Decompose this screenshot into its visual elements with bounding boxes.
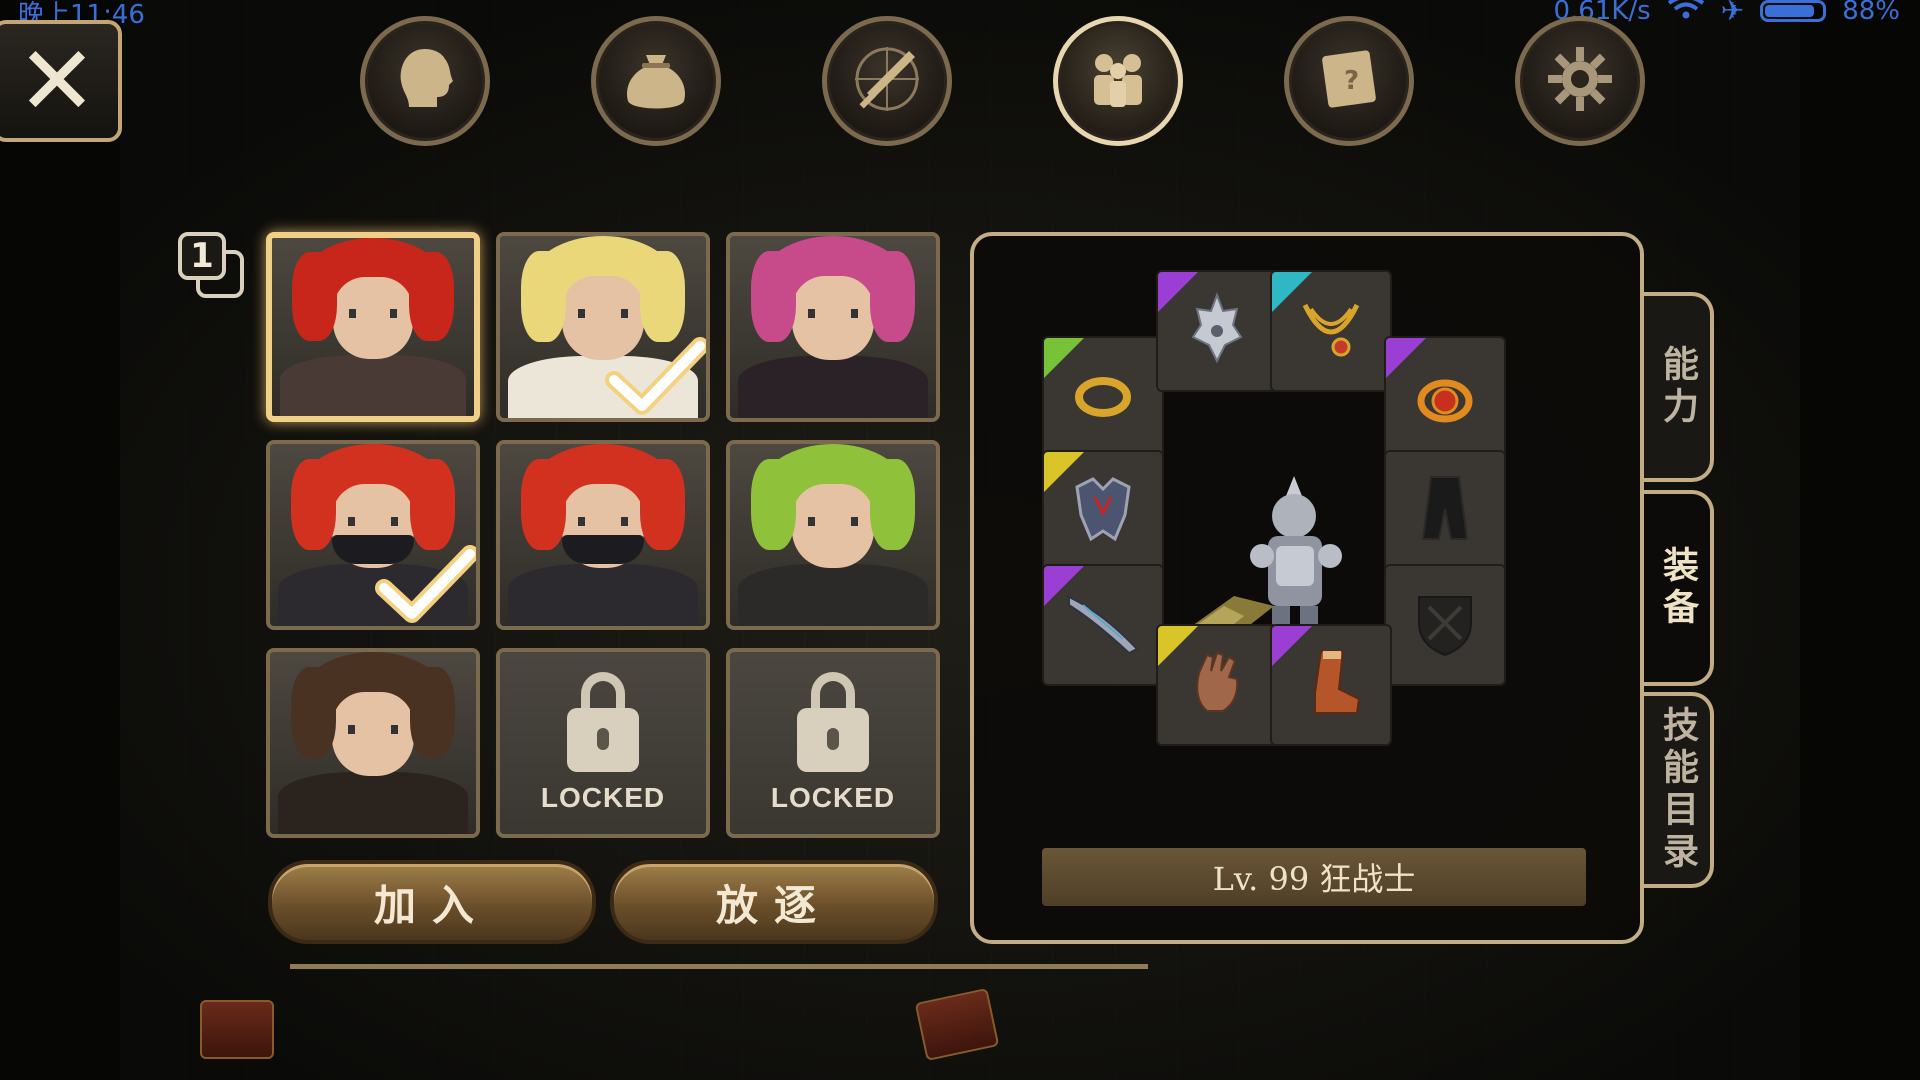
wifi-icon bbox=[1667, 0, 1705, 26]
equip-slot-cloak[interactable] bbox=[1384, 450, 1506, 572]
side-tab-label: 技能目录 bbox=[1657, 706, 1698, 874]
menu-quest-scroll-button[interactable]: ? bbox=[1284, 16, 1414, 146]
rarity-corner bbox=[1158, 272, 1198, 312]
lock-label: LOCKED bbox=[540, 782, 666, 813]
bag-icon bbox=[618, 41, 694, 121]
locked-character-slot[interactable]: LOCKED bbox=[726, 648, 940, 838]
character-portrait-red-masked-ninja-1[interactable] bbox=[266, 440, 480, 630]
sword-compass-icon bbox=[849, 41, 925, 121]
character-portrait-red-masked-ninja-2[interactable] bbox=[496, 440, 710, 630]
level-class-label: Lv. 99 狂战士 bbox=[1042, 848, 1586, 906]
in-party-check-icon bbox=[600, 332, 706, 418]
character-portrait-pink-sorceress[interactable] bbox=[726, 232, 940, 422]
in-party-check-icon bbox=[370, 540, 476, 626]
equip-slot-weapon[interactable] bbox=[1042, 564, 1164, 686]
gear-icon bbox=[1542, 41, 1618, 121]
equip-slot-ring-left[interactable] bbox=[1042, 336, 1164, 458]
airplane-icon: ✈ bbox=[1720, 0, 1745, 27]
top-menu: ? bbox=[360, 16, 1660, 151]
rarity-corner bbox=[1044, 338, 1084, 378]
portrait-art bbox=[270, 652, 476, 834]
battery-percent: 88% bbox=[1842, 0, 1900, 26]
portrait-art bbox=[272, 238, 474, 416]
rarity-corner bbox=[1272, 626, 1312, 666]
lock-icon: LOCKED bbox=[500, 652, 706, 834]
quest-scroll-icon: ? bbox=[1311, 41, 1387, 121]
side-tab-label: 装备 bbox=[1657, 546, 1698, 630]
equipment-panel: Lv. 99 狂战士 bbox=[970, 232, 1644, 944]
locked-character-slot[interactable]: LOCKED bbox=[496, 648, 710, 838]
character-portrait-blonde-girl[interactable] bbox=[496, 232, 710, 422]
menu-party-button[interactable] bbox=[1053, 16, 1183, 146]
rarity-corner bbox=[1272, 272, 1312, 312]
portrait-art bbox=[730, 236, 936, 418]
menu-sword-compass-button[interactable] bbox=[822, 16, 952, 146]
menu-bag-button[interactable] bbox=[591, 16, 721, 146]
menu-head-button[interactable] bbox=[360, 16, 490, 146]
battery-icon bbox=[1760, 0, 1827, 22]
page-badge-number: 1 bbox=[178, 232, 226, 280]
equip-slot-necklace[interactable] bbox=[1270, 270, 1392, 392]
svg-text:?: ? bbox=[1344, 66, 1359, 96]
character-portrait-green-hair-mage[interactable] bbox=[726, 440, 940, 630]
rarity-corner bbox=[1044, 452, 1084, 492]
party-icon bbox=[1080, 41, 1156, 121]
exile-button[interactable]: 放逐 bbox=[610, 860, 938, 944]
divider bbox=[290, 964, 1148, 969]
rarity-corner bbox=[1386, 338, 1426, 378]
letterbox-left bbox=[0, 0, 120, 1080]
head-icon bbox=[387, 41, 463, 121]
cloak-icon bbox=[1405, 469, 1485, 553]
side-tab-1[interactable]: 装备 bbox=[1644, 490, 1714, 686]
character-grid: LOCKED LOCKED bbox=[266, 232, 942, 844]
character-portrait-brown-hair-swordsman[interactable] bbox=[266, 648, 480, 838]
equip-slot-boots[interactable] bbox=[1270, 624, 1392, 746]
treasure-chest bbox=[200, 1000, 274, 1059]
battery-fill bbox=[1765, 4, 1815, 17]
equip-slot-gloves[interactable] bbox=[1156, 624, 1278, 746]
side-tab-0[interactable]: 能力 bbox=[1644, 292, 1714, 482]
letterbox-right bbox=[1800, 0, 1920, 1080]
close-button[interactable]: ✕ bbox=[0, 20, 122, 142]
close-icon: ✕ bbox=[16, 25, 98, 137]
rarity-corner bbox=[1044, 566, 1084, 606]
side-tab-label: 能力 bbox=[1657, 345, 1698, 429]
equip-slot-shield[interactable] bbox=[1384, 564, 1506, 686]
menu-gear-button[interactable] bbox=[1515, 16, 1645, 146]
equip-slot-armor[interactable] bbox=[1042, 450, 1164, 572]
rarity-corner bbox=[1158, 626, 1198, 666]
join-button[interactable]: 加入 bbox=[268, 860, 596, 944]
equip-slot-ring-right[interactable] bbox=[1384, 336, 1506, 458]
character-portrait-red-spiky-knight[interactable] bbox=[266, 232, 480, 422]
portrait-art bbox=[730, 444, 936, 626]
shield-icon bbox=[1405, 583, 1485, 667]
lock-icon: LOCKED bbox=[730, 652, 936, 834]
portrait-art bbox=[500, 444, 706, 626]
party-page-badge[interactable]: 1 bbox=[178, 232, 246, 300]
equip-slot-helmet[interactable] bbox=[1156, 270, 1278, 392]
lock-label: LOCKED bbox=[770, 782, 896, 813]
side-tab-2[interactable]: 技能目录 bbox=[1644, 692, 1714, 888]
